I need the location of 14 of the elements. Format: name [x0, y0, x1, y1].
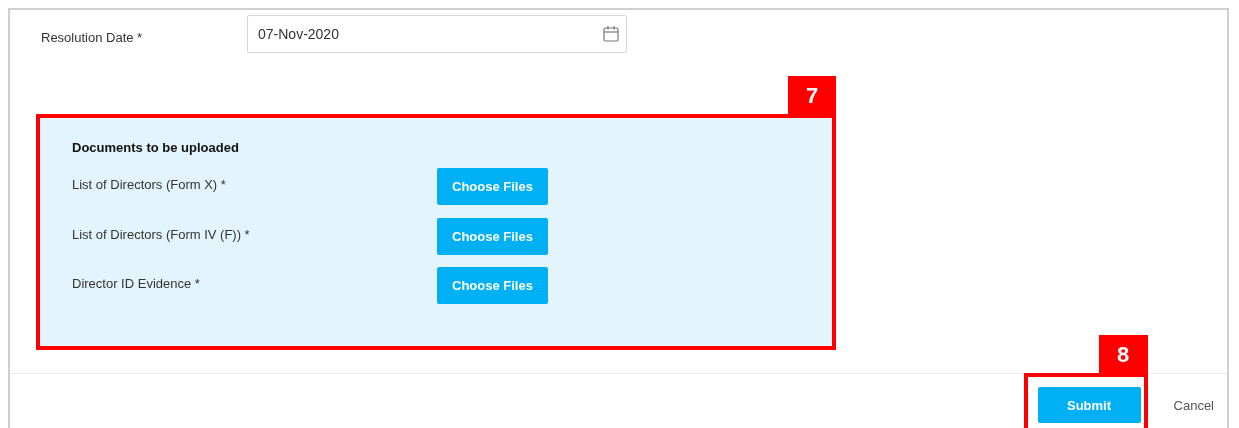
section-title: Documents to be uploaded: [72, 140, 240, 155]
annotation-number: 7: [788, 76, 836, 116]
date-field[interactable]: 07-Nov-2020: [247, 15, 627, 53]
choose-files-button[interactable]: Choose Files: [437, 267, 548, 304]
field-label: List of Directors (Form X) *: [72, 177, 227, 192]
calendar-icon[interactable]: [603, 25, 619, 42]
choose-files-button[interactable]: Choose Files: [437, 168, 548, 205]
submit-button[interactable]: Submit: [1037, 387, 1141, 423]
field-label: List of Directors (Form IV (F)) *: [72, 226, 251, 242]
field-label: Resolution Date *: [41, 28, 144, 45]
cancel-link[interactable]: Cancel: [1173, 397, 1214, 413]
annotation-number: 8: [1098, 335, 1148, 375]
field-label: Director ID Evidence *: [72, 276, 201, 291]
choose-files-button[interactable]: Choose Files: [437, 217, 548, 255]
